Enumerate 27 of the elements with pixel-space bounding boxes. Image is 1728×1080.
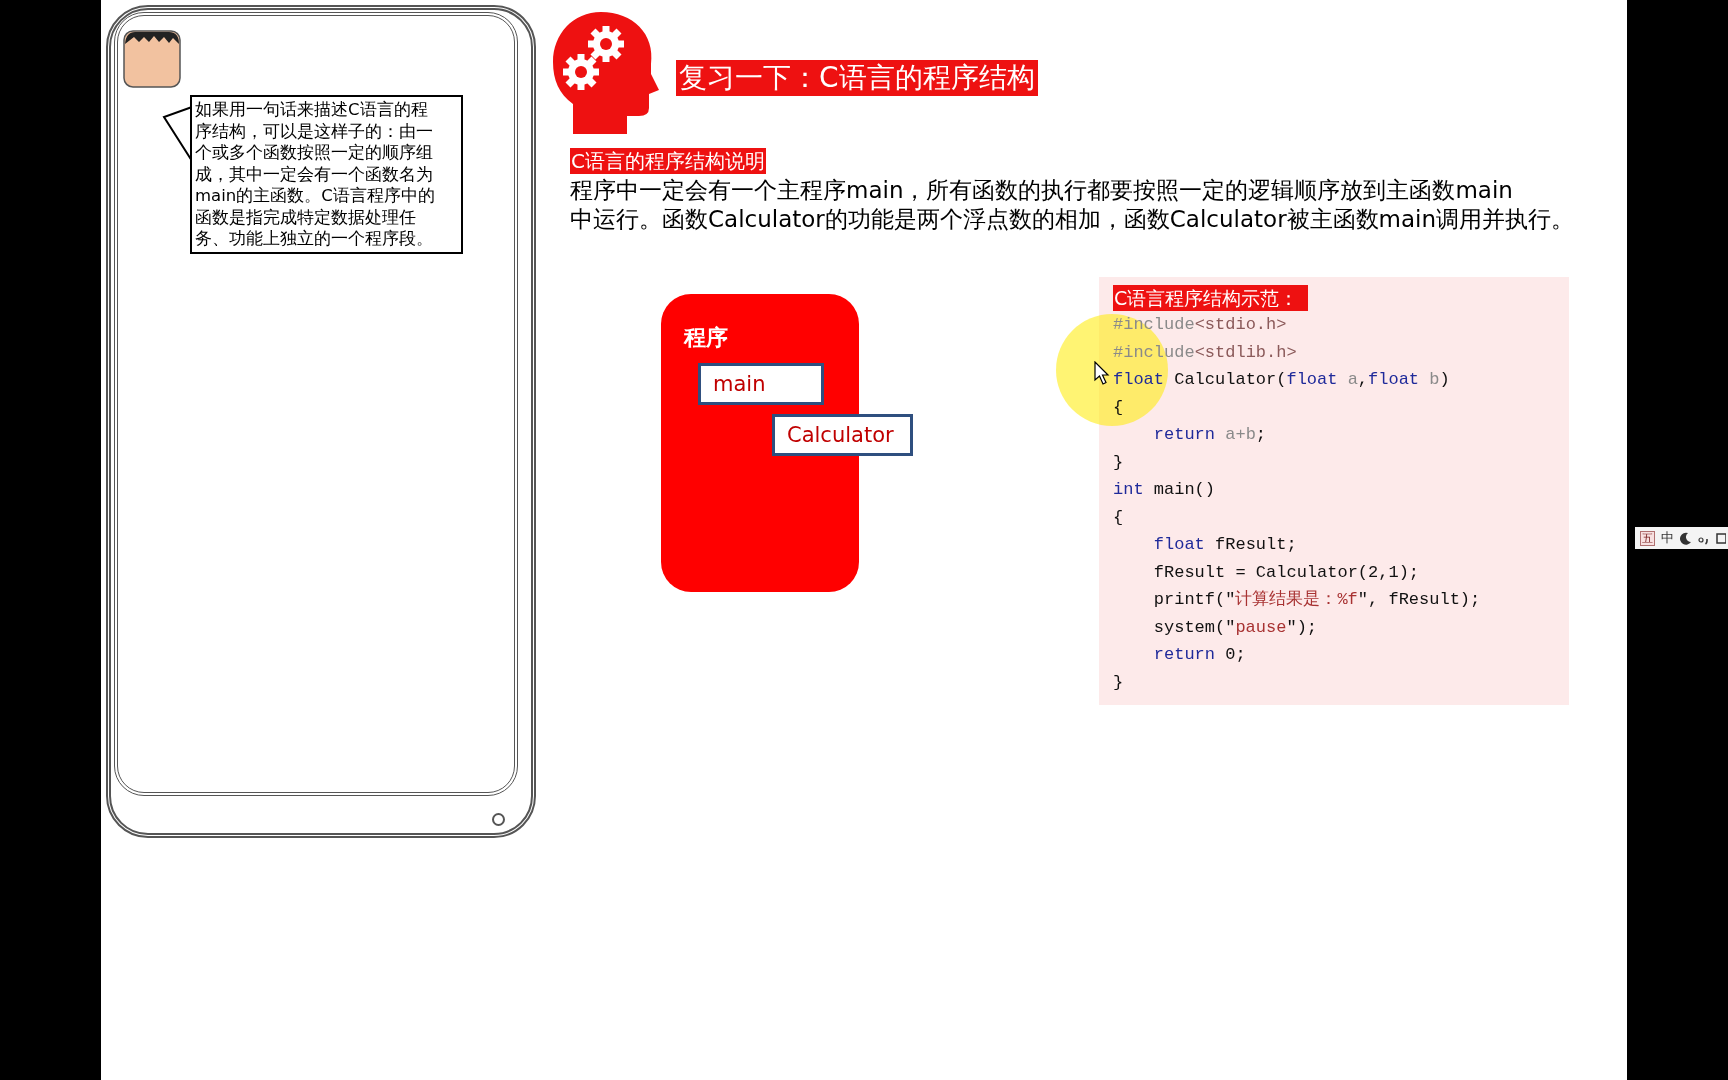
keyboard-icon[interactable]: [1716, 531, 1726, 545]
code-heading: C语言程序结构示范：: [1113, 285, 1309, 311]
code-line: int main(): [1113, 479, 1216, 501]
mouse-pointer-icon: [1094, 361, 1110, 385]
language-toggle[interactable]: 中: [1661, 530, 1674, 546]
code-line: fResult = Calculator(2,1);: [1152, 561, 1420, 584]
program-label: 程序: [684, 324, 728, 352]
moon-icon[interactable]: [1680, 531, 1692, 545]
avatar-icon: [123, 30, 181, 88]
code-line: {: [1113, 506, 1124, 529]
code-line: float fResult;: [1152, 534, 1297, 556]
code-line: return a+b;: [1152, 424, 1267, 446]
code-line: return 0;: [1152, 644, 1246, 666]
code-line: float Calculator(float a,float b): [1113, 369, 1450, 391]
function-box: main: [698, 363, 824, 405]
description-paragraph: 程序中一定会有一个主程序main，所有函数的执行都要按照一定的逻辑顺序放到主函数main 中运行。函数Calculator的功能是两个浮点数的相加，函数Calculator被主函数main调用并执行。: [570, 176, 1575, 234]
code-line: {: [1113, 396, 1124, 419]
slide-title: 复习一下：C语言的程序结构: [676, 60, 1038, 96]
head-gears-icon: [551, 10, 659, 134]
code-line: }: [1113, 671, 1124, 694]
function-box: Calculator: [772, 414, 913, 456]
code-line: printf("计算结果是：%f", fResult);: [1152, 589, 1481, 611]
speech-bubble-text: 如果用一句话来描述C语言的程序结构，可以是这样子的：由一个或多个函数按照一定的顺序组成，其中一定会有一个函数名为main的主函数。C语言程序中的函数是指完成特定数据处理任务、功能上独立的一个程序段。: [190, 95, 463, 254]
section-heading: C语言的程序结构说明: [570, 148, 766, 174]
code-line: }: [1113, 451, 1124, 474]
input-mode-button[interactable]: 五: [1640, 530, 1655, 546]
code-line: system("pause");: [1152, 616, 1318, 639]
